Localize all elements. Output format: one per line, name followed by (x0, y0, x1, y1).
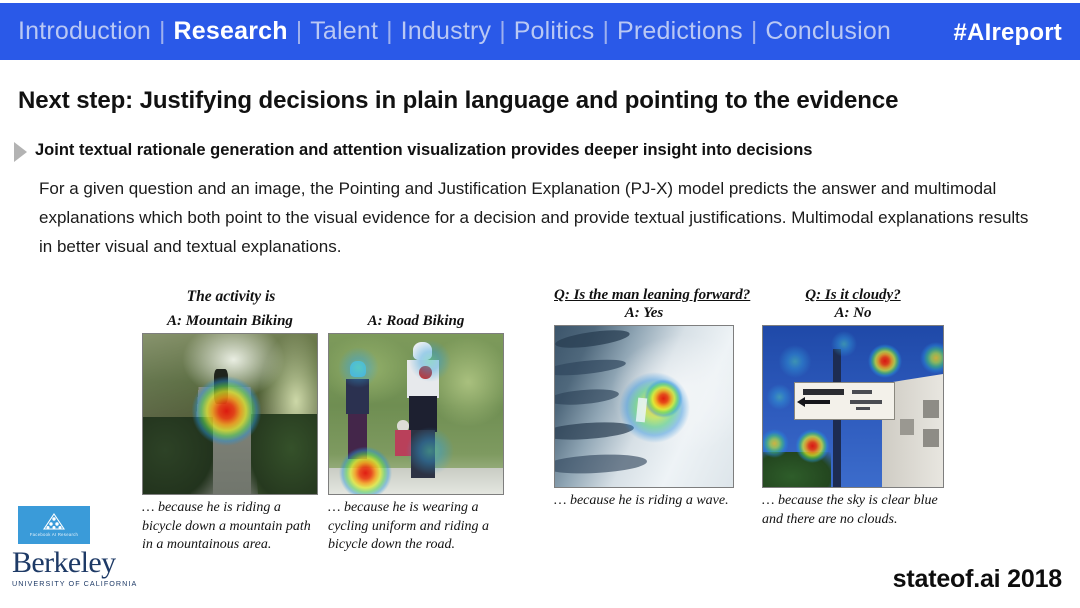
stateof-ai-credit: stateof.ai 2018 (892, 565, 1063, 593)
attention-heatmap-blob (777, 345, 814, 378)
attention-heatmap-blob (619, 371, 691, 444)
subheadline-text: Joint textual rationale generation and a… (35, 141, 813, 159)
panel-caption-mountain-biking: … because he is riding a bicycle down a … (142, 500, 311, 552)
figure-panel-surfing: Q: Is the man leaning forward? A: Yes … … (554, 286, 750, 511)
cyclist-shorts-shape (409, 396, 437, 432)
berkeley-subtitle: UNIVERSITY OF CALIFORNIA (12, 579, 138, 588)
figure-panel-mountain-biking: A: Mountain Biking … because he is ridin… (142, 312, 318, 555)
fair-triangle-icon (43, 513, 65, 530)
nav-item-talent[interactable]: Talent (310, 17, 378, 46)
sign-text-line (852, 389, 872, 394)
attention-heatmap-blob (764, 383, 794, 410)
attention-heatmap-blob (640, 379, 687, 418)
window-shape (899, 419, 915, 436)
sign-arrow-head (796, 396, 805, 407)
panel-question-sky: Q: Is it cloudy? A: No (762, 286, 944, 322)
nav-separator: | (750, 17, 758, 45)
fair-logo-caption: Facebook AI Research (29, 532, 79, 537)
figure-panel-sky: Q: Is it cloudy? A: No … because the sky… (762, 286, 944, 529)
panel-image-mountain-biking (142, 333, 318, 495)
figure-panel-road-biking: A: Road Biking … because he is wearing a… (328, 312, 504, 555)
nav-separator: | (295, 17, 303, 45)
cyclist-torso-shape (395, 430, 411, 456)
attention-heatmap-blob (917, 342, 943, 375)
nav-separator: | (602, 17, 609, 45)
triangle-arrow-icon (14, 142, 27, 162)
panel-caption-surfing: … because he is riding a wave. (554, 493, 729, 508)
panel-label-mountain-biking: A: Mountain Biking (167, 313, 293, 329)
sign-arrow-shaft (800, 399, 831, 404)
sign-text-line (850, 400, 882, 404)
helmet-shape (412, 342, 432, 360)
panel-answer-text: A: Yes (624, 305, 664, 321)
sign-text-line (802, 389, 845, 395)
panel-caption-road-biking: … because he is wearing a cycling unifor… (328, 500, 489, 552)
page-title: Next step: Justifying decisions in plain… (18, 87, 899, 114)
water-streak-shape (555, 452, 648, 476)
helmet-shape (349, 361, 366, 378)
panel-answer-text: A: No (834, 305, 872, 321)
panel-question-text: Q: Is it cloudy? (805, 287, 901, 303)
nav-item-industry[interactable]: Industry (401, 17, 492, 46)
panel-caption-sky: … because the sky is clear blue and ther… (762, 493, 938, 527)
nav-item-conclusion[interactable]: Conclusion (765, 17, 891, 46)
activity-group-heading: The activity is (186, 288, 276, 305)
attention-heatmap-blob (867, 343, 904, 378)
panel-image-road-biking (328, 333, 504, 495)
section-nav[interactable]: Introduction | Research | Talent | Indus… (18, 17, 891, 46)
nav-separator: | (159, 17, 166, 45)
cyclist-torso-shape (346, 378, 369, 414)
nav-item-research[interactable]: Research (174, 17, 288, 46)
street-sign-shape (793, 382, 895, 420)
jersey-logo-shape (419, 366, 432, 379)
cyclist-legs-shape (410, 430, 436, 478)
window-shape (923, 400, 940, 418)
nav-separator: | (386, 17, 393, 45)
panel-image-surfing (554, 325, 734, 488)
report-hashtag: #AIreport (953, 19, 1062, 46)
body-paragraph: For a given question and an image, the P… (39, 179, 1029, 256)
nav-item-introduction[interactable]: Introduction (18, 17, 151, 46)
window-shape (923, 429, 940, 447)
nav-separator: | (499, 17, 506, 45)
panel-image-sky (762, 325, 944, 488)
top-navigation-bar: Introduction | Research | Talent | Indus… (0, 0, 1080, 60)
nav-item-predictions[interactable]: Predictions (617, 17, 743, 46)
cyclist-legs-shape (348, 414, 368, 459)
panel-question-surfing: Q: Is the man leaning forward? A: Yes (554, 286, 750, 322)
foliage-shape (763, 451, 832, 487)
water-streak-shape (555, 387, 620, 408)
nav-item-politics[interactable]: Politics (514, 17, 595, 46)
surfboard-shape (635, 398, 648, 423)
panel-question-text: Q: Is the man leaning forward? (554, 287, 751, 303)
panel-label-road-biking: A: Road Biking (367, 313, 465, 329)
figure-container: The activity is A: Mountain Biking … bec… (0, 282, 1080, 572)
water-streak-shape (555, 357, 627, 379)
facebook-ai-research-logo: Facebook AI Research (18, 506, 90, 544)
foliage-shape (250, 414, 317, 494)
subheadline: Joint textual rationale generation and a… (14, 141, 812, 162)
berkeley-wordmark: Berkeley (12, 546, 116, 579)
water-streak-shape (555, 419, 634, 442)
foliage-shape (143, 417, 213, 494)
rider-shape (214, 369, 229, 405)
sign-text-line (855, 406, 870, 410)
berkeley-logo: Berkeley UNIVERSITY OF CALIFORNIA (12, 546, 142, 589)
water-streak-shape (555, 327, 631, 353)
